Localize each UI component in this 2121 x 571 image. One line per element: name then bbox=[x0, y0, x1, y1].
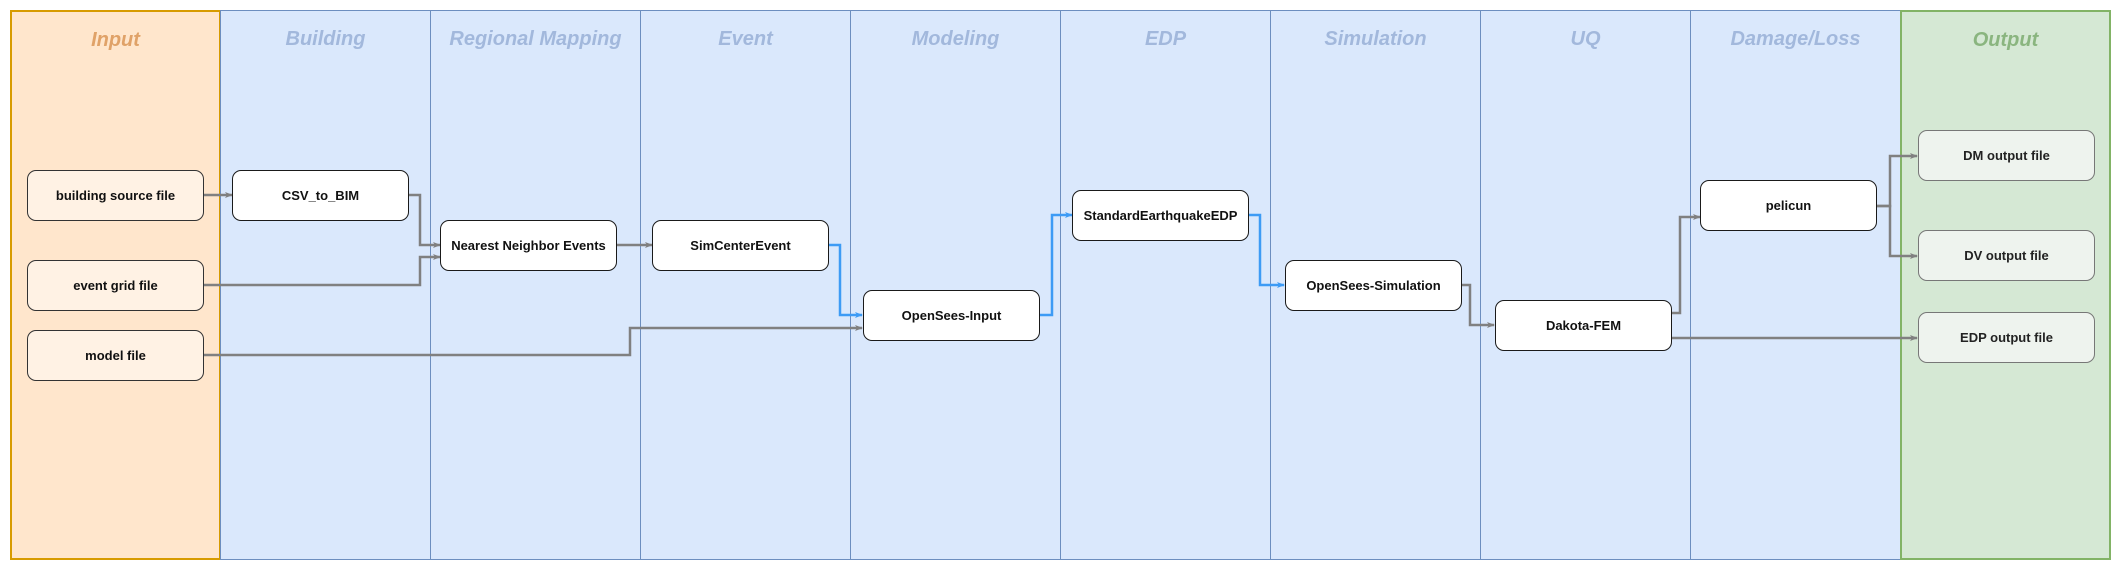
lane-title-modeling: Modeling bbox=[911, 28, 1000, 50]
node-label: DV output file bbox=[1964, 248, 2049, 263]
node-label: event grid file bbox=[73, 278, 158, 293]
node-label: Nearest Neighbor Events bbox=[451, 238, 606, 253]
node-csv-to-bim[interactable]: CSV_to_BIM bbox=[232, 170, 409, 221]
node-label: model file bbox=[85, 348, 146, 363]
lane-modeling: Modeling bbox=[850, 10, 1061, 560]
lane-regional-mapping: Regional Mapping bbox=[430, 10, 641, 560]
node-label: Dakota-FEM bbox=[1545, 318, 1622, 333]
node-standard-earthquake-edp[interactable]: StandardEarthquakeEDP bbox=[1072, 190, 1249, 241]
node-label: StandardEarthquakeEDP bbox=[1083, 208, 1238, 223]
lane-title-building: Building bbox=[285, 28, 366, 50]
node-opensees-simulation[interactable]: OpenSees-Simulation bbox=[1285, 260, 1462, 311]
node-label: EDP output file bbox=[1960, 330, 2053, 345]
lane-title-regional-mapping: Regional Mapping bbox=[449, 28, 622, 50]
node-pelicun[interactable]: pelicun bbox=[1700, 180, 1877, 231]
lane-title-input: Input bbox=[91, 29, 140, 51]
lane-title-event: Event bbox=[718, 28, 773, 50]
lane-damage-loss: Damage/Loss bbox=[1690, 10, 1901, 560]
lane-title-edp: EDP bbox=[1144, 28, 1187, 50]
lane-title-simulation: Simulation bbox=[1324, 28, 1427, 50]
node-label: building source file bbox=[55, 188, 176, 203]
node-nearest-neighbor-events[interactable]: Nearest Neighbor Events bbox=[440, 220, 617, 271]
lane-building: Building bbox=[220, 10, 431, 560]
node-label: OpenSees-Input bbox=[901, 308, 1002, 323]
node-label: pelicun bbox=[1765, 198, 1812, 213]
node-dm-output-file[interactable]: DM output file bbox=[1918, 130, 2095, 181]
lane-event: Event bbox=[640, 10, 851, 560]
node-opensees-input[interactable]: OpenSees-Input bbox=[863, 290, 1040, 341]
node-event-grid-file[interactable]: event grid file bbox=[27, 260, 204, 311]
lane-title-uq: UQ bbox=[1570, 28, 1601, 50]
node-label: SimCenterEvent bbox=[690, 238, 791, 253]
node-model-file[interactable]: model file bbox=[27, 330, 204, 381]
node-building-source-file[interactable]: building source file bbox=[27, 170, 204, 221]
node-label: OpenSees-Simulation bbox=[1306, 278, 1441, 293]
lane-uq: UQ bbox=[1480, 10, 1691, 560]
lane-edp: EDP bbox=[1060, 10, 1271, 560]
lane-title-output: Output bbox=[1972, 29, 2039, 51]
node-label: CSV_to_BIM bbox=[281, 188, 360, 203]
node-dakota-fem[interactable]: Dakota-FEM bbox=[1495, 300, 1672, 351]
node-dv-output-file[interactable]: DV output file bbox=[1918, 230, 2095, 281]
node-label: DM output file bbox=[1963, 148, 2050, 163]
lane-output: Output bbox=[1900, 10, 2111, 560]
node-simcenter-event[interactable]: SimCenterEvent bbox=[652, 220, 829, 271]
node-edp-output-file[interactable]: EDP output file bbox=[1918, 312, 2095, 363]
lane-title-damage-loss: Damage/Loss bbox=[1730, 28, 1861, 50]
